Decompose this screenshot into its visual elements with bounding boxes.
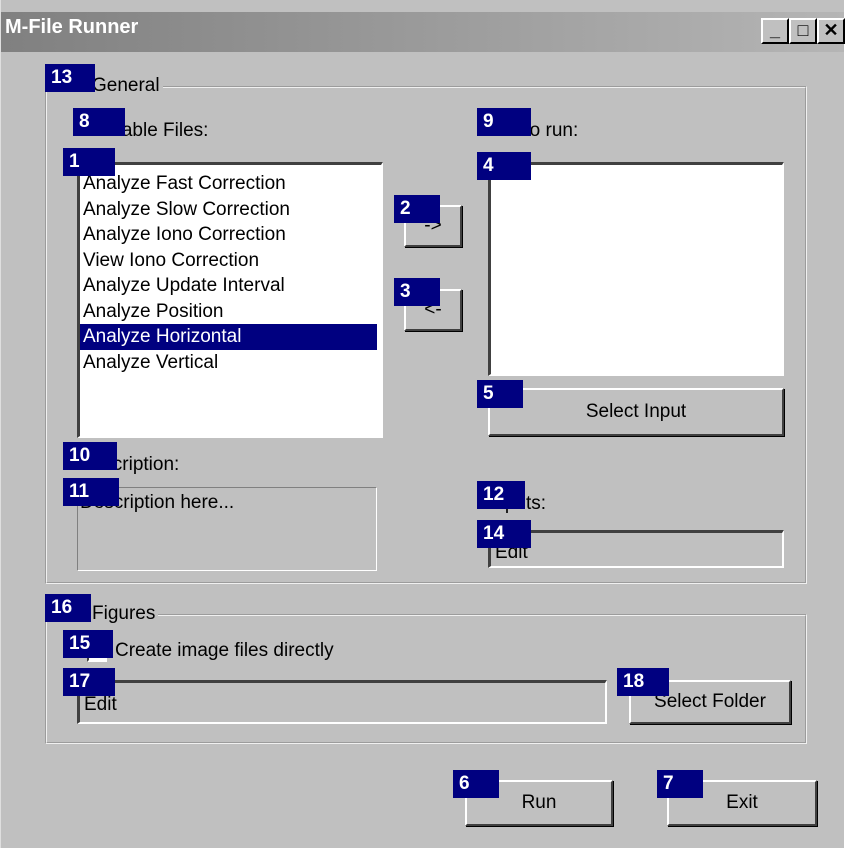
maximize-icon: □ — [797, 20, 809, 40]
badge-7: 7 — [657, 770, 703, 798]
list-item[interactable]: View Iono Correction — [80, 248, 381, 274]
close-button[interactable]: ✕ — [817, 18, 845, 44]
minimize-icon: _ — [769, 20, 780, 40]
badge-13: 13 — [45, 64, 95, 92]
folder-edit-field[interactable]: Edit — [77, 680, 607, 724]
badge-15: 15 — [63, 630, 113, 658]
badge-11: 11 — [63, 478, 119, 506]
window-title: M-File Runner — [5, 16, 139, 38]
badge-3: 3 — [394, 278, 440, 306]
close-icon: ✕ — [823, 20, 839, 40]
list-item[interactable]: Analyze Position — [80, 299, 381, 325]
maximize-button[interactable]: □ — [789, 18, 817, 44]
badge-4: 4 — [477, 152, 531, 180]
badge-9: 9 — [477, 108, 531, 136]
minimize-button[interactable]: _ — [761, 18, 789, 44]
list-item[interactable]: Analyze Slow Correction — [80, 197, 381, 223]
badge-18: 18 — [617, 668, 669, 696]
description-box: Description here... — [77, 487, 377, 571]
badge-16: 16 — [45, 594, 91, 622]
list-item[interactable]: Analyze Iono Correction — [80, 222, 381, 248]
list-item-selected[interactable]: Analyze Horizontal — [80, 324, 377, 350]
figures-groupbox — [45, 614, 807, 744]
badge-2: 2 — [394, 195, 440, 223]
badge-8: 8 — [73, 108, 125, 136]
create-image-label[interactable]: Create image files directly — [115, 640, 334, 662]
folder-edit-text: Edit — [84, 694, 117, 715]
select-input-button[interactable]: Select Input — [488, 388, 784, 436]
list-item[interactable]: Analyze Fast Correction — [80, 171, 381, 197]
list-item[interactable]: Analyze Update Interval — [80, 273, 381, 299]
title-bar[interactable]: M-File Runner _ □ ✕ — [1, 12, 845, 52]
files-to-run-list[interactable] — [488, 162, 784, 376]
badge-6: 6 — [453, 770, 499, 798]
badge-10: 10 — [63, 442, 117, 470]
badge-1: 1 — [63, 148, 115, 176]
badge-12: 12 — [477, 481, 525, 509]
general-group-label: General — [89, 75, 163, 97]
m-file-runner-window: M-File Runner _ □ ✕ General Available Fi… — [0, 0, 845, 848]
list-item[interactable]: Analyze Vertical — [80, 350, 381, 376]
badge-17: 17 — [63, 668, 115, 696]
badge-14: 14 — [477, 520, 531, 548]
figures-group-label: Figures — [89, 603, 159, 625]
badge-5: 5 — [477, 380, 523, 408]
inputs-edit-field[interactable]: Edit — [488, 530, 784, 568]
available-files-list[interactable]: Analyze Fast Correction Analyze Slow Cor… — [77, 162, 383, 438]
